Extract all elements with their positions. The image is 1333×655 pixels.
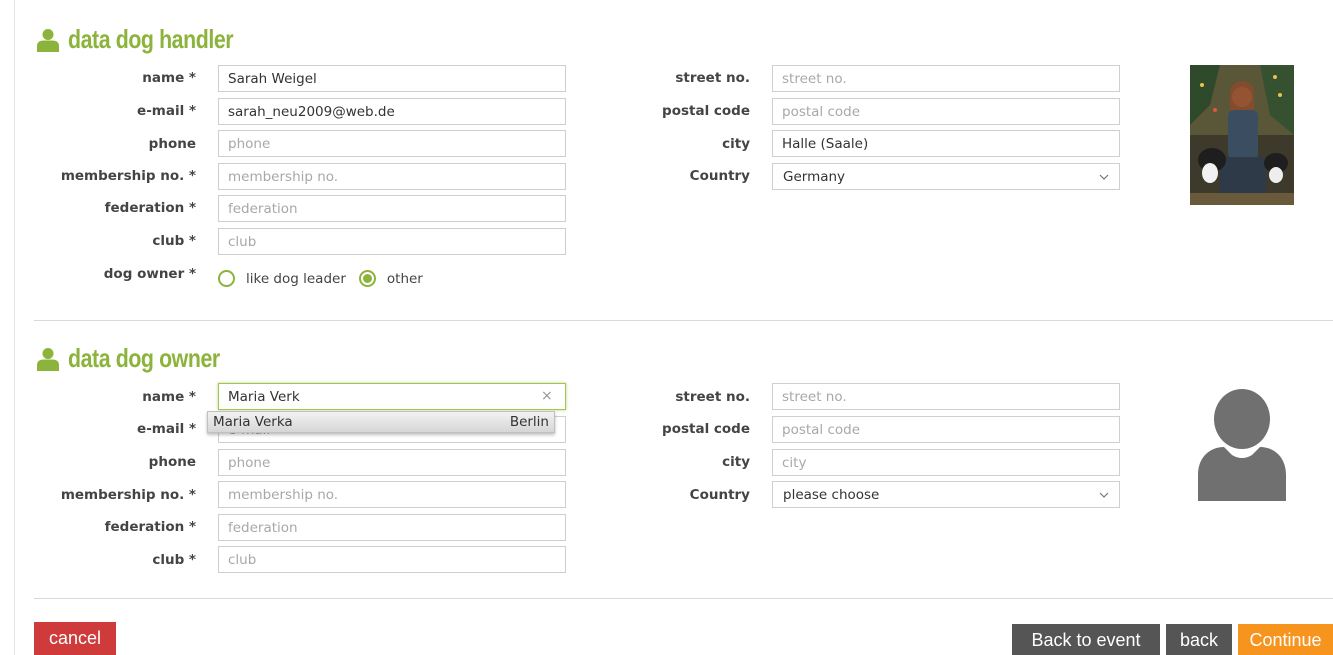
handler-section-heading: data dog handler (36, 24, 269, 55)
handler-membership-input[interactable] (218, 163, 566, 190)
handler-federation-label: federation * (104, 200, 196, 216)
section-divider (34, 320, 1333, 321)
handler-postal-label: postal code (662, 103, 750, 119)
dog-owner-label: dog owner * (103, 266, 196, 282)
handler-country-value: Germany (783, 168, 846, 185)
chevron-down-icon (1099, 174, 1109, 180)
footer-divider (34, 598, 1333, 599)
user-placeholder-icon[interactable] (1194, 385, 1290, 501)
owner-name-label: name * (142, 389, 196, 405)
owner-city-input[interactable] (772, 449, 1120, 476)
person-icon (37, 28, 59, 52)
handler-name-input[interactable] (218, 65, 566, 92)
owner-postal-label: postal code (662, 421, 750, 437)
radio-other-label[interactable]: other (387, 271, 423, 287)
chevron-down-icon (1099, 492, 1109, 498)
suggestion-name: Maria Verka (213, 414, 293, 430)
handler-phone-input[interactable] (218, 130, 566, 157)
handler-street-label: street no. (675, 70, 750, 86)
owner-street-label: street no. (675, 389, 750, 405)
owner-phone-label: phone (148, 454, 196, 470)
radio-other[interactable] (358, 270, 376, 287)
handler-section-title: data dog handler (68, 24, 234, 54)
back-to-event-button[interactable]: Back to event (1012, 624, 1160, 655)
owner-membership-input[interactable] (218, 481, 566, 508)
autocomplete-suggestion[interactable]: Maria Verka Berlin (207, 411, 555, 433)
handler-photo[interactable] (1190, 65, 1294, 205)
handler-email-label: e-mail * (137, 103, 196, 119)
handler-phone-label: phone (148, 136, 196, 152)
handler-name-label: name * (142, 70, 196, 86)
owner-club-label: club * (152, 552, 196, 568)
handler-postal-input[interactable] (772, 98, 1120, 125)
dog-owner-radio-group: like dog leader other (218, 270, 436, 287)
radio-selected-dot (362, 274, 372, 283)
handler-email-input[interactable] (218, 98, 566, 125)
owner-country-value: please choose (783, 486, 880, 503)
back-button[interactable]: back (1166, 624, 1232, 655)
radio-like-dog-leader-label[interactable]: like dog leader (246, 271, 346, 287)
handler-city-input[interactable] (772, 130, 1120, 157)
cancel-button[interactable]: cancel (34, 622, 116, 655)
owner-street-input[interactable] (772, 383, 1120, 410)
owner-section-title: data dog owner (68, 343, 220, 373)
owner-phone-input[interactable] (218, 449, 566, 476)
radio-like-dog-leader[interactable] (218, 270, 235, 287)
owner-federation-label: federation * (104, 519, 196, 535)
handler-street-input[interactable] (772, 65, 1120, 92)
suggestion-city: Berlin (509, 414, 549, 430)
owner-section-heading: data dog owner (36, 343, 253, 374)
owner-membership-label: membership no. * (60, 487, 196, 503)
handler-country-label: Country (689, 168, 750, 184)
continue-button[interactable]: Continue (1238, 624, 1333, 655)
owner-federation-input[interactable] (218, 514, 566, 541)
handler-membership-label: membership no. * (60, 168, 196, 184)
owner-country-select[interactable]: please choose (772, 481, 1120, 508)
person-icon (37, 347, 59, 371)
handler-city-label: city (722, 136, 750, 152)
owner-name-input[interactable] (218, 383, 566, 410)
owner-email-label: e-mail * (137, 421, 196, 437)
owner-postal-input[interactable] (772, 416, 1120, 443)
owner-city-label: city (722, 454, 750, 470)
owner-country-label: Country (689, 487, 750, 503)
owner-club-input[interactable] (218, 546, 566, 573)
handler-federation-input[interactable] (218, 195, 566, 222)
handler-country-select[interactable]: Germany (772, 163, 1120, 190)
handler-club-input[interactable] (218, 228, 566, 255)
handler-club-label: club * (152, 233, 196, 249)
